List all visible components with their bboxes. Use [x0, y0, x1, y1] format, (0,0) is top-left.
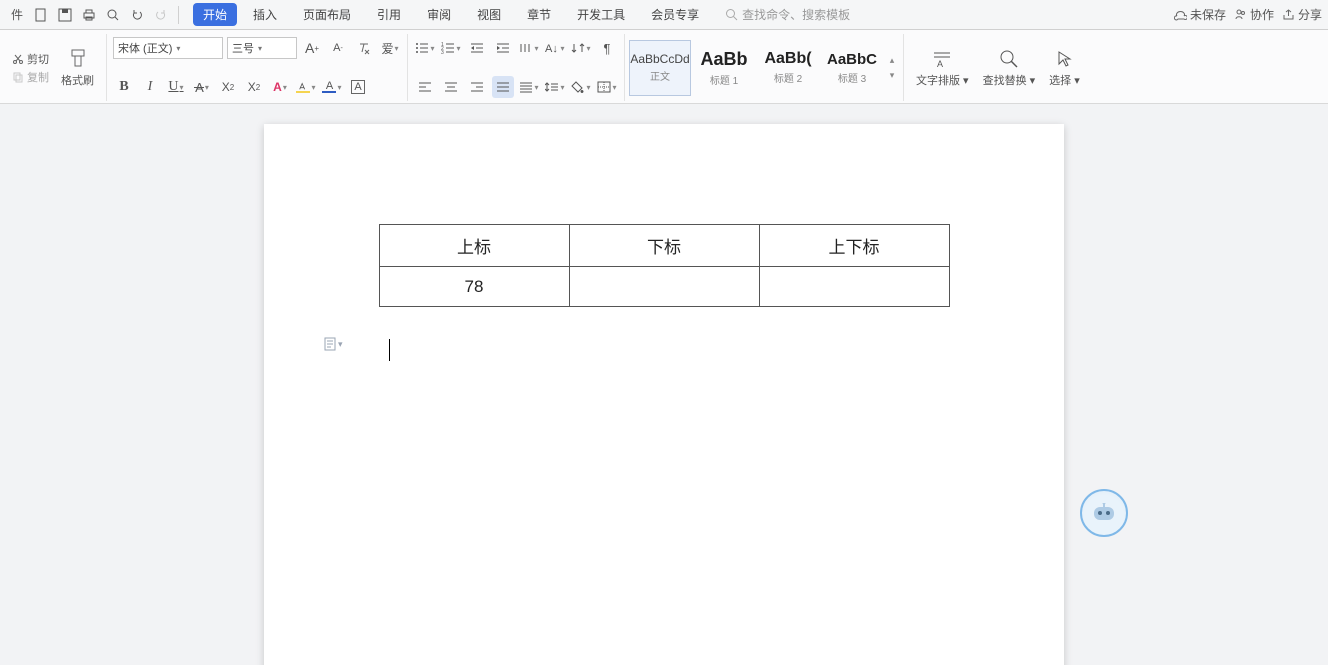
- align-right-icon[interactable]: [466, 76, 488, 98]
- decrease-font-icon[interactable]: A-: [327, 37, 349, 59]
- table-cell[interactable]: 78: [379, 267, 569, 307]
- highlight-color-icon[interactable]: [295, 76, 317, 98]
- document-page[interactable]: 上标 下标 上下标 78 ▾: [264, 124, 1064, 665]
- find-replace-button[interactable]: 查找替换 ▾: [977, 46, 1042, 90]
- document-area[interactable]: 上标 下标 上下标 78 ▾: [0, 104, 1328, 665]
- table-cell[interactable]: [569, 267, 759, 307]
- sort-icon[interactable]: [570, 37, 592, 59]
- superscript-icon[interactable]: X2: [217, 76, 239, 98]
- line-spacing-icon[interactable]: [544, 76, 566, 98]
- table-cell[interactable]: 上标: [379, 225, 569, 267]
- tab-review[interactable]: 审阅: [417, 3, 461, 26]
- phonetic-guide-icon[interactable]: 爱: [379, 37, 401, 59]
- tab-insert[interactable]: 插入: [243, 3, 287, 26]
- document-table[interactable]: 上标 下标 上下标 78: [379, 224, 950, 307]
- text-effect-icon[interactable]: A: [269, 76, 291, 98]
- numbering-icon[interactable]: 123: [440, 37, 462, 59]
- italic-icon[interactable]: I: [139, 76, 161, 98]
- line-spacing-alt-icon[interactable]: A↓: [544, 37, 566, 59]
- tab-page-layout[interactable]: 页面布局: [293, 3, 361, 26]
- search-placeholder: 查找命令、搜索模板: [742, 6, 850, 23]
- table-cell[interactable]: [759, 267, 949, 307]
- tab-start[interactable]: 开始: [193, 3, 237, 26]
- print-preview-icon[interactable]: [102, 4, 124, 26]
- svg-text:A↓: A↓: [545, 43, 558, 54]
- table-row[interactable]: 上标 下标 上下标: [379, 225, 949, 267]
- paragraph-group: 123 A↓ ¶: [408, 34, 625, 101]
- svg-text:A: A: [937, 59, 943, 69]
- table-row[interactable]: 78: [379, 267, 949, 307]
- underline-icon[interactable]: U: [165, 76, 187, 98]
- tools-group: A 文字排版 ▾ 查找替换 ▾ 选择 ▾: [904, 34, 1092, 101]
- tab-vip[interactable]: 会员专享: [641, 3, 709, 26]
- shading-icon[interactable]: [570, 76, 592, 98]
- unsaved-status[interactable]: 未保存: [1174, 6, 1226, 23]
- font-color-icon[interactable]: A: [321, 76, 343, 98]
- clear-format-icon[interactable]: [353, 37, 375, 59]
- font-size-select[interactable]: 三号▾: [227, 37, 297, 59]
- strikethrough-icon[interactable]: A: [191, 76, 213, 98]
- show-marks-icon[interactable]: ¶: [596, 37, 618, 59]
- quick-access-toolbar: 件 开始 插入 页面布局 引用 审阅 视图 章节 开发工具 会员专享 查找命令、…: [0, 0, 1328, 30]
- tab-dev-tools[interactable]: 开发工具: [567, 3, 635, 26]
- new-doc-icon[interactable]: [30, 4, 52, 26]
- subscript-icon[interactable]: X2: [243, 76, 265, 98]
- select-button[interactable]: 选择 ▾: [1043, 46, 1086, 90]
- share-button[interactable]: 分享: [1282, 6, 1322, 23]
- ai-assistant-button[interactable]: [1080, 489, 1128, 537]
- separator: [178, 6, 179, 24]
- styles-more[interactable]: ▴▾: [885, 55, 899, 81]
- text-layout-button[interactable]: A 文字排版 ▾: [910, 46, 975, 90]
- copy-button[interactable]: 复制: [12, 69, 49, 85]
- align-justify-icon[interactable]: [492, 76, 514, 98]
- text-cursor: [389, 339, 390, 361]
- increase-indent-icon[interactable]: [492, 37, 514, 59]
- qat-right: 未保存 协作 分享: [1174, 6, 1322, 23]
- print-icon[interactable]: [78, 4, 100, 26]
- font-group: 宋体 (正文)▾ 三号▾ A+ A- 爱 B I U A X2 X2 A A A: [107, 34, 408, 101]
- font-name-select[interactable]: 宋体 (正文)▾: [113, 37, 223, 59]
- borders-icon[interactable]: [596, 76, 618, 98]
- character-border-icon[interactable]: A: [347, 76, 369, 98]
- align-center-icon[interactable]: [440, 76, 462, 98]
- undo-icon[interactable]: [126, 4, 148, 26]
- clipboard-group: 剪切 复制 格式刷: [6, 34, 107, 101]
- svg-text:3: 3: [441, 50, 444, 54]
- paragraph-insert-icon[interactable]: ▾: [324, 337, 343, 351]
- table-cell[interactable]: 下标: [569, 225, 759, 267]
- style-normal[interactable]: AaBbCcDd 正文: [629, 40, 691, 96]
- styles-gallery: AaBbCcDd 正文 AaBb 标题 1 AaBb( 标题 2 AaBbC 标…: [625, 34, 904, 101]
- save-icon[interactable]: [54, 4, 76, 26]
- align-distribute-icon[interactable]: [518, 76, 540, 98]
- menu-tabs: 开始 插入 页面布局 引用 审阅 视图 章节 开发工具 会员专享: [193, 3, 709, 26]
- style-heading3[interactable]: AaBbC 标题 3: [821, 40, 883, 96]
- file-menu[interactable]: 件: [6, 4, 28, 26]
- tab-chapter[interactable]: 章节: [517, 3, 561, 26]
- decrease-indent-icon[interactable]: [466, 37, 488, 59]
- text-direction-icon[interactable]: [518, 37, 540, 59]
- bullets-icon[interactable]: [414, 37, 436, 59]
- ribbon: 剪切 复制 格式刷 宋体 (正文)▾ 三号▾ A+ A- 爱 B I U A X…: [0, 30, 1328, 104]
- collaborate-button[interactable]: 协作: [1234, 6, 1274, 23]
- table-cell[interactable]: 上下标: [759, 225, 949, 267]
- increase-font-icon[interactable]: A+: [301, 37, 323, 59]
- command-search[interactable]: 查找命令、搜索模板: [725, 6, 850, 23]
- style-heading1[interactable]: AaBb 标题 1: [693, 40, 755, 96]
- redo-icon[interactable]: [150, 4, 172, 26]
- tab-view[interactable]: 视图: [467, 3, 511, 26]
- bold-icon[interactable]: B: [113, 76, 135, 98]
- style-heading2[interactable]: AaBb( 标题 2: [757, 40, 819, 96]
- format-painter-button[interactable]: 格式刷: [55, 46, 100, 90]
- tab-references[interactable]: 引用: [367, 3, 411, 26]
- cut-button[interactable]: 剪切: [12, 51, 49, 67]
- align-left-icon[interactable]: [414, 76, 436, 98]
